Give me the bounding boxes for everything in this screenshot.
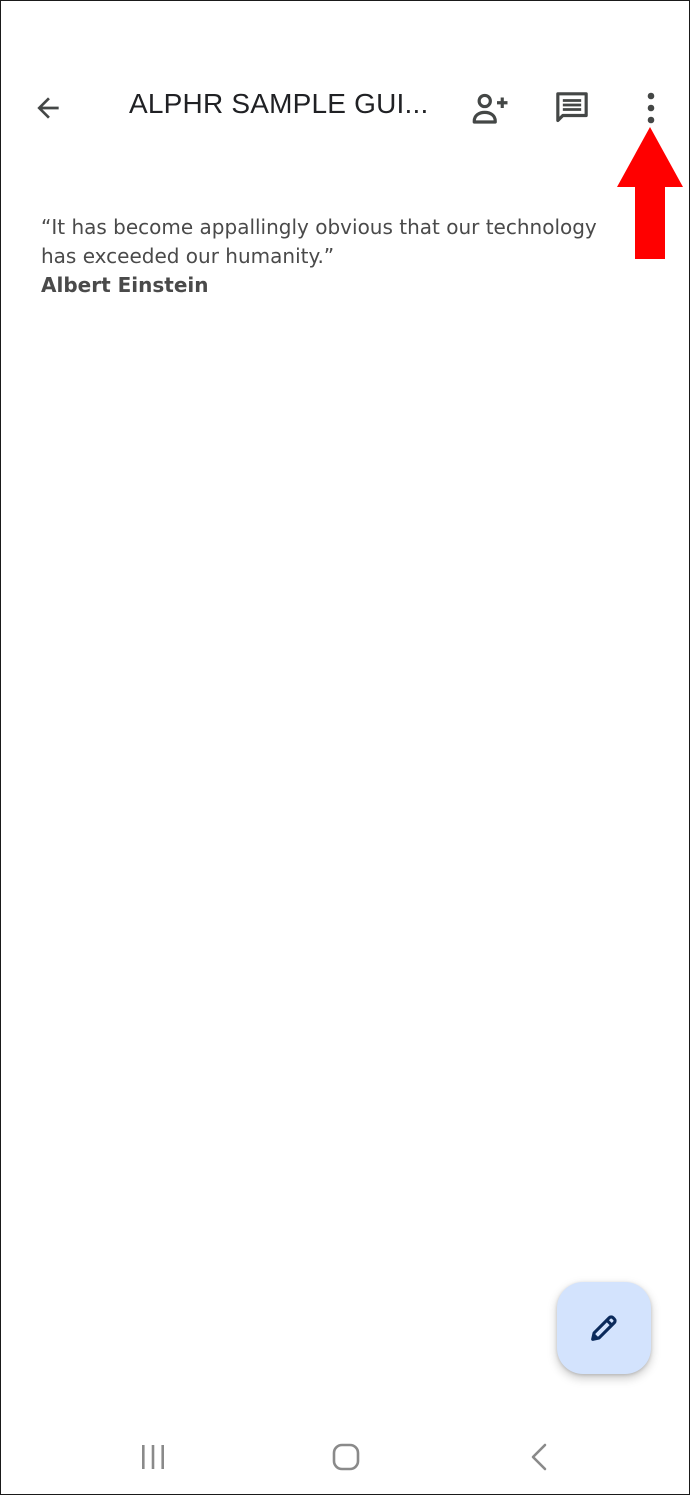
system-navigation-bar bbox=[1, 1421, 690, 1491]
recents-icon bbox=[142, 1445, 164, 1469]
quote-author: Albert Einstein bbox=[41, 273, 209, 297]
recents-button[interactable] bbox=[123, 1435, 183, 1479]
nav-back-icon bbox=[531, 1443, 547, 1471]
back-button[interactable] bbox=[23, 83, 73, 133]
edit-pencil-icon bbox=[591, 1315, 617, 1341]
share-button[interactable] bbox=[463, 81, 517, 135]
document-content: “It has become appallingly obvious that … bbox=[41, 213, 641, 300]
document-title: ALPHR SAMPLE GUI... bbox=[129, 88, 429, 119]
comment-icon bbox=[556, 92, 588, 123]
system-back-button[interactable] bbox=[509, 1435, 569, 1479]
person-add-icon bbox=[472, 93, 508, 124]
home-button[interactable] bbox=[316, 1435, 376, 1479]
comments-button[interactable] bbox=[545, 81, 599, 135]
edit-fab-button[interactable] bbox=[557, 1282, 651, 1374]
top-app-bar: ALPHR SAMPLE GUI... bbox=[1, 61, 690, 153]
quote-text-line-2: has exceeded our humanity.” bbox=[41, 244, 335, 268]
quote-text-line-1: “It has become appallingly obvious that … bbox=[41, 215, 597, 239]
more-vert-icon bbox=[647, 92, 655, 124]
screen-frame: ALPHR SAMPLE GUI... “It has become appal… bbox=[0, 0, 690, 1495]
home-icon bbox=[332, 1443, 360, 1471]
arrow-back-icon bbox=[37, 97, 59, 119]
